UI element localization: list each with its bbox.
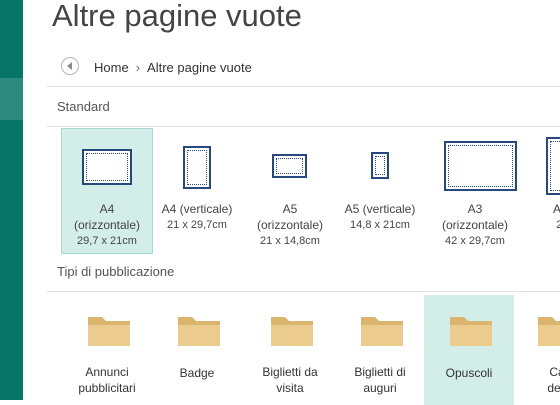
page-size-label: A5 (verticale) [344,202,416,216]
folder-icon [271,317,313,346]
page-thumbnail [546,137,560,195]
page-size-dimensions: 42 x 29,7cm [445,235,505,247]
page-size-tile[interactable]: A3 (orizzontale) 42 x 29,7cm [430,129,520,253]
folder-icon [361,317,403,346]
page-size-dimensions: 14,8 x 21cm [350,219,410,231]
page-thumbnail [272,154,307,178]
publication-type-tile[interactable]: Badge [152,295,242,405]
page-size-tile[interactable]: A3 (v 29,7 [522,129,560,253]
publication-type-label: Badge [179,366,215,380]
folder-icon [538,317,560,346]
page-size-tile[interactable]: A4 (orizzontale) 29,7 x 21cm [61,128,153,254]
publication-type-tile[interactable]: Biglietti da visita [245,295,335,405]
section-title-types: Tipi di pubblicazione [57,264,175,279]
publication-type-label: Opuscoli [445,366,493,380]
page-size-tile[interactable]: A4 (verticale) 21 x 29,7cm [152,129,242,253]
publication-type-label: Biglietti da visita [262,365,318,395]
page-thumbnail [82,149,132,185]
divider [47,126,560,127]
page-thumbnail [371,152,389,179]
publication-type-tile[interactable]: Ca dec [512,295,560,405]
publication-type-tile[interactable]: Annunci pubblicitari [62,295,152,405]
section-title-standard: Standard [57,99,110,114]
back-arrow-icon [67,62,72,70]
folder-icon [88,317,130,346]
publication-type-label: Ca dec [547,365,560,395]
page-size-tile[interactable]: A5 (verticale) 14,8 x 21cm [335,129,425,253]
divider [47,291,560,292]
page-size-dimensions: 29,7 x 21cm [77,235,137,247]
page-title: Altre pagine vuote [52,0,302,33]
sidebar [0,0,23,400]
page-size-dimensions: 21 x 14,8cm [260,235,320,247]
sidebar-item-active[interactable] [0,78,23,120]
page-size-dimensions: 29,7 [556,219,560,231]
page-size-tile[interactable]: A5 (orizzontale) 21 x 14,8cm [245,129,335,253]
breadcrumb: Home › Altre pagine vuote [94,60,252,75]
publication-type-label: Annunci pubblicitari [78,365,136,395]
breadcrumb-home[interactable]: Home [94,60,129,75]
publication-type-label: Biglietti di auguri [354,365,406,395]
breadcrumb-separator: › [135,60,141,75]
page-thumbnail [444,141,517,191]
publication-type-tile[interactable]: Opuscoli [424,295,514,405]
folder-icon [178,317,220,346]
breadcrumb-current: Altre pagine vuote [147,60,252,75]
publication-type-tile[interactable]: Biglietti di auguri [335,295,425,405]
page-thumbnail [183,146,211,189]
back-button[interactable] [61,57,79,75]
folder-icon [450,317,492,346]
page-size-label: A3 (v [552,202,560,216]
divider [47,86,560,87]
